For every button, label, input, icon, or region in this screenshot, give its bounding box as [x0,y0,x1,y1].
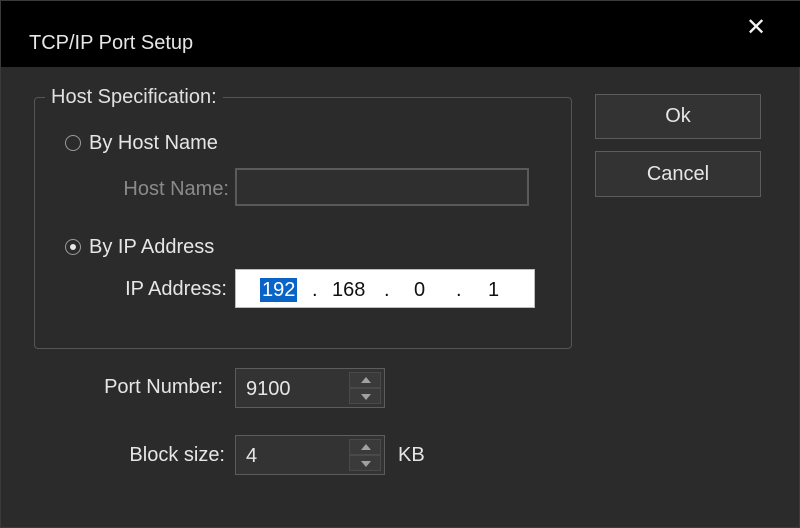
block-size-increment-button[interactable] [349,439,381,455]
title-bar: TCP/IP Port Setup ✕ [1,1,800,67]
ip-separator: . [312,279,318,301]
port-number-increment-button[interactable] [349,372,381,388]
ip-address-input[interactable]: 192 . 168 . 0 . 1 [235,269,535,308]
block-size-value[interactable]: 4 [246,444,257,468]
block-size-decrement-button[interactable] [349,455,381,471]
block-size-label: Block size: [129,444,225,466]
cancel-button[interactable]: Cancel [595,151,761,197]
by-ip-address-label: By IP Address [89,236,215,258]
radio-icon[interactable] [65,135,81,151]
port-number-decrement-button[interactable] [349,388,381,404]
chevron-down-icon [361,394,371,400]
host-name-input[interactable] [235,168,529,206]
block-size-stepper[interactable]: 4 [235,435,385,475]
ip-octet-4[interactable]: 1 [488,278,499,302]
ip-separator: . [456,279,462,301]
port-number-label: Port Number: [104,376,223,398]
chevron-up-icon [361,377,371,383]
tcpip-port-setup-dialog: TCP/IP Port Setup ✕ Host Specification: … [0,0,800,528]
ip-address-label: IP Address: [125,278,227,300]
ok-button[interactable]: Ok [595,94,761,139]
ip-octet-2[interactable]: 168 [332,278,365,302]
radio-checked-icon[interactable] [65,239,81,255]
ip-separator: . [384,279,390,301]
block-size-unit: KB [398,444,425,466]
chevron-down-icon [361,461,371,467]
ip-octet-1[interactable]: 192 [260,278,298,302]
ip-octet-3[interactable]: 0 [414,278,425,302]
by-ip-address-radio[interactable]: By IP Address [65,235,214,259]
port-number-stepper[interactable]: 9100 [235,368,385,408]
close-icon[interactable]: ✕ [739,11,773,45]
by-host-name-label: By Host Name [89,132,218,154]
host-name-label: Host Name: [123,178,229,200]
chevron-up-icon [361,444,371,450]
port-number-value[interactable]: 9100 [246,377,291,401]
block-size-spin-buttons [349,439,381,471]
dialog-title: TCP/IP Port Setup [29,32,194,54]
port-number-spin-buttons [349,372,381,404]
host-specification-legend: Host Specification: [45,85,223,109]
by-host-name-radio[interactable]: By Host Name [65,131,218,155]
